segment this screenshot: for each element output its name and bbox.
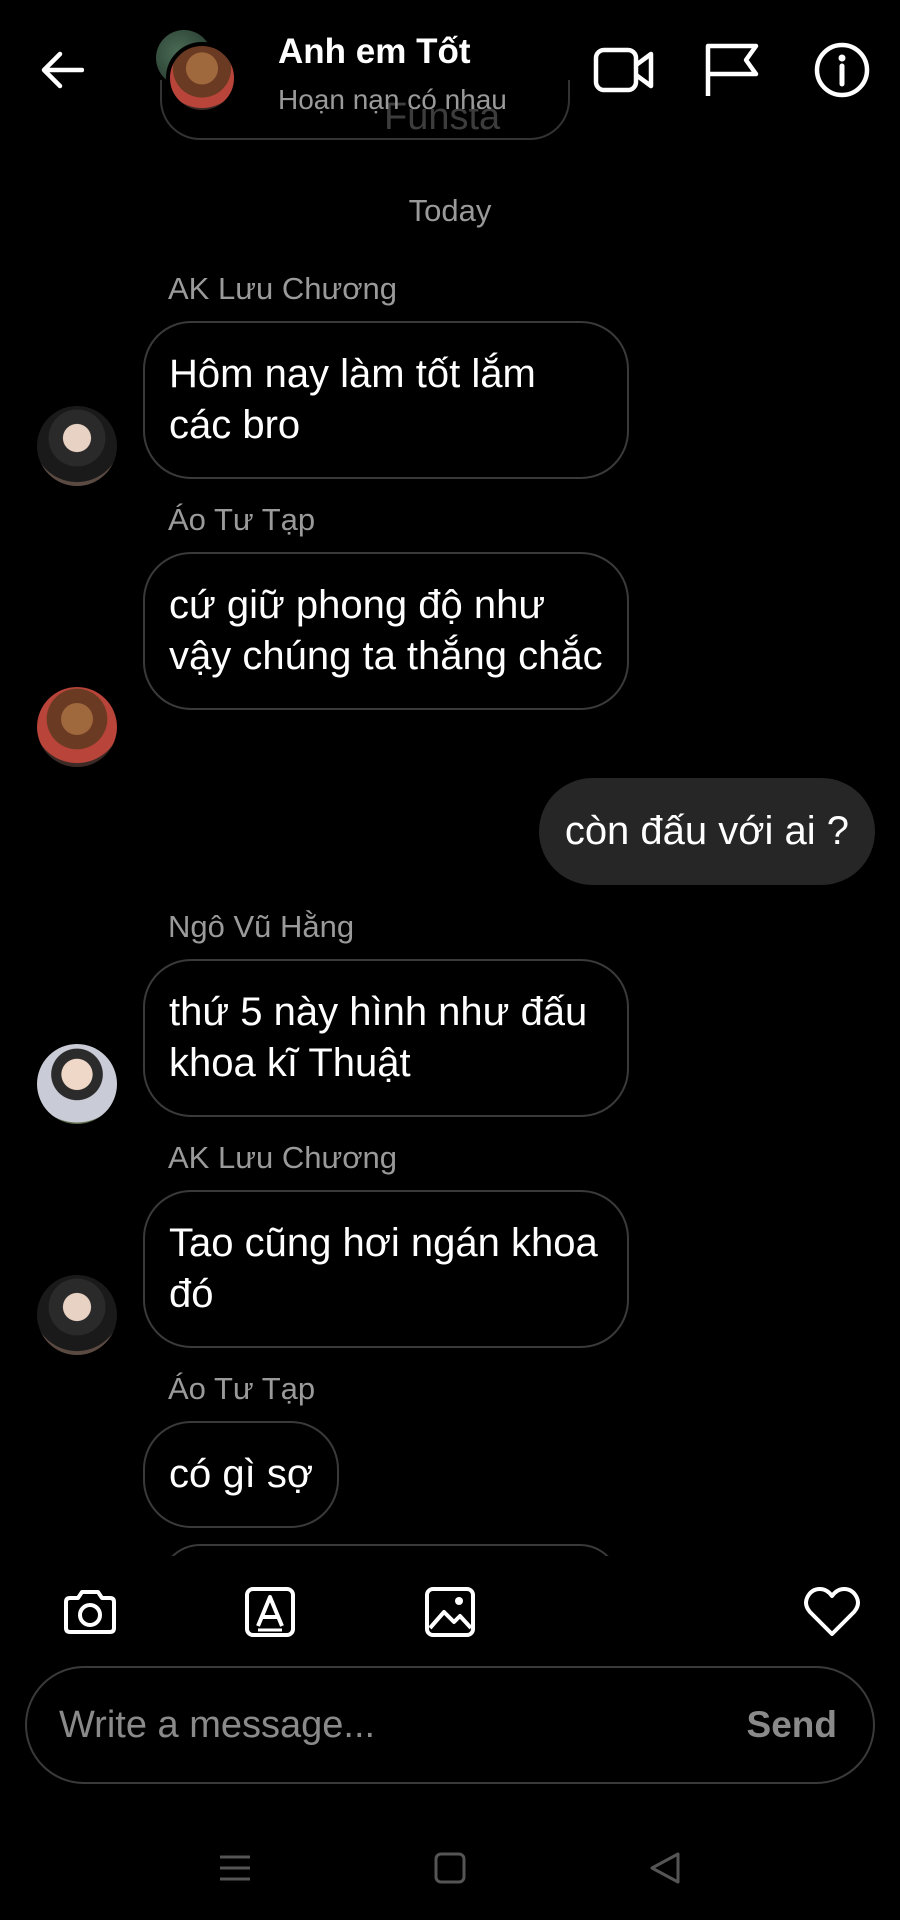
sticker-button[interactable] [240, 1584, 300, 1640]
message-text: Tao cũng hơi ngán khoa đó [169, 1221, 598, 1316]
flag-icon [705, 43, 759, 96]
date-separator: Today [408, 193, 492, 228]
gallery-button[interactable] [420, 1584, 480, 1640]
back-button[interactable] [34, 42, 90, 98]
back-nav-button[interactable] [635, 1838, 695, 1898]
image-icon [425, 1587, 475, 1637]
sender-avatar[interactable] [37, 406, 117, 486]
message-bubble-incoming[interactable]: thứ 5 này hình như đấu khoa kĩ Thuật [143, 959, 629, 1117]
chat-subtitle: Hoạn nạn có nhau [278, 84, 507, 115]
home-nav-button[interactable] [420, 1838, 480, 1898]
camera-button[interactable] [60, 1584, 120, 1640]
report-button[interactable] [700, 38, 764, 102]
message-text: có gì sợ [169, 1452, 314, 1496]
arrow-left-icon [41, 51, 84, 89]
message-list[interactable]: Today AK Lưu Chương Hôm nay làm tốt lắm … [0, 138, 900, 1556]
send-button[interactable]: Send [747, 1668, 837, 1782]
sticker-icon [245, 1587, 295, 1637]
sender-avatar[interactable] [37, 1275, 117, 1355]
message-bubble-incoming[interactable]: Hôm nay làm tốt lắm các bro [143, 321, 629, 479]
message-bubble-outgoing[interactable]: còn đấu với ai ? [538, 778, 875, 885]
message-bubble-incoming[interactable]: Tao cũng hơi ngán khoa đó [143, 1190, 629, 1348]
info-button[interactable] [810, 38, 874, 102]
sender-name: AK Lưu Chương [168, 1140, 398, 1175]
sender-name: Áo Tư Tạp [168, 502, 316, 537]
menu-nav-button[interactable] [205, 1838, 265, 1898]
message-text: thứ 5 này hình như đấu khoa kĩ Thuật [169, 990, 588, 1085]
group-avatar[interactable] [156, 30, 240, 116]
camera-icon [64, 1590, 116, 1634]
sender-name: AK Lưu Chương [168, 271, 398, 306]
message-bubble-incoming[interactable]: có gì sợ [143, 1421, 340, 1528]
message-text: Hôm nay làm tốt lắm các bro [169, 352, 536, 447]
heart-icon [804, 1587, 860, 1636]
chat-header: Funsta Anh em Tốt Hoạn nạn có nhau [0, 0, 900, 140]
video-camera-icon [593, 47, 654, 93]
sender-avatar[interactable] [37, 1044, 117, 1124]
sender-name: Áo Tư Tạp [168, 1371, 316, 1406]
sender-name: Ngô Vũ Hằng [168, 909, 355, 944]
menu-icon [220, 1855, 250, 1881]
square-icon [434, 1852, 466, 1884]
group-avatar-front [166, 42, 238, 114]
message-input[interactable] [57, 1668, 717, 1782]
next-message-bubble [160, 1544, 620, 1556]
message-composer: Send [25, 1666, 875, 1784]
like-button[interactable] [802, 1584, 862, 1640]
triangle-back-icon [650, 1852, 680, 1884]
system-navigation-bar [0, 1820, 900, 1920]
message-bubble-incoming[interactable]: cứ giữ phong độ như vậy chúng ta thắng c… [143, 552, 629, 710]
video-call-button[interactable] [592, 38, 656, 102]
message-text: còn đấu với ai ? [564, 809, 849, 853]
info-icon [814, 42, 870, 98]
message-text: cứ giữ phong độ như vậy chúng ta thắng c… [169, 583, 603, 678]
composer-toolbar [0, 1556, 900, 1666]
sender-avatar[interactable] [37, 687, 117, 767]
chat-title[interactable]: Anh em Tốt [278, 32, 470, 72]
